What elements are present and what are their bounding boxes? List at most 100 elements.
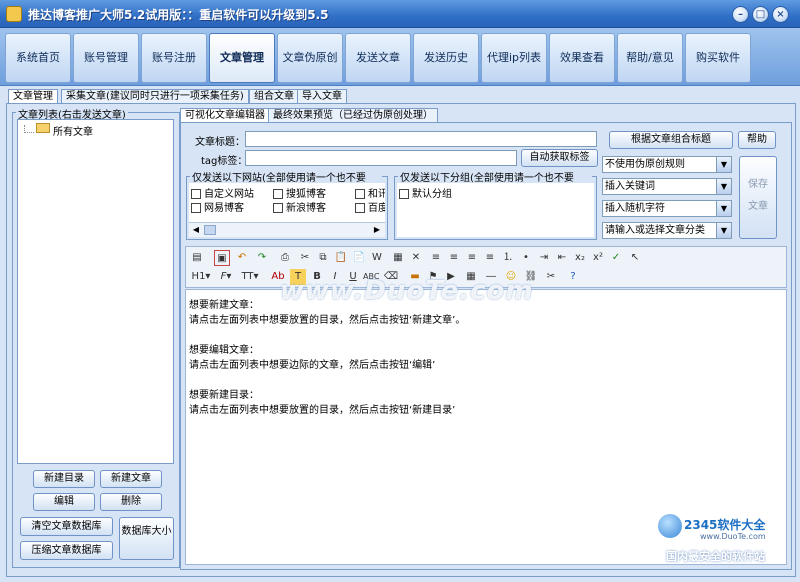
clear-db-button[interactable]: 清空文章数据库	[20, 517, 113, 536]
tree-line	[24, 125, 34, 133]
editor-line: 想要新建文章：	[189, 300, 259, 311]
delete-button[interactable]: 删除	[100, 493, 162, 511]
combine-title-button[interactable]: 根据文章组合标题	[609, 131, 733, 149]
undo-icon[interactable]: ↶	[234, 250, 250, 266]
nav-tab-history[interactable]: 发送历史	[413, 33, 479, 83]
paste-icon[interactable]: 📋	[333, 250, 349, 266]
checkbox-icon	[191, 189, 201, 199]
subscript-icon[interactable]: x₂	[572, 250, 588, 266]
site-checkbox[interactable]: 新浪博客	[273, 199, 326, 214]
nav-tab-register[interactable]: 账号注册	[141, 33, 207, 83]
groups-list: 默认分组	[397, 183, 594, 237]
close-button[interactable]: ×	[772, 6, 789, 23]
minimize-button[interactable]: –	[732, 6, 749, 23]
cursor-icon[interactable]: ↖	[627, 250, 643, 266]
fullscreen-icon[interactable]: ▣	[214, 250, 230, 266]
new-dir-button[interactable]: 新建目录	[33, 470, 95, 488]
nav-tab-buy[interactable]: 购买软件	[685, 33, 751, 83]
site-checkbox[interactable]: 搜狐博客	[273, 185, 326, 200]
group-checkbox[interactable]: 默认分组	[399, 185, 452, 200]
unlink-icon[interactable]: ✂	[543, 269, 559, 285]
checkbox-icon	[355, 203, 365, 213]
outdent-icon[interactable]: ⇤	[554, 250, 570, 266]
category-select[interactable]: 请输入或选择文章分类 ▼	[602, 222, 732, 239]
font-family-icon[interactable]: F▾	[215, 269, 237, 285]
scroll-thumb[interactable]	[204, 225, 216, 235]
category-value: 请输入或选择文章分类	[605, 225, 705, 236]
subtab-collect[interactable]: 采集文章(建议同时只进行一项采集任务)	[61, 89, 249, 104]
spellcheck-icon[interactable]: ✓	[608, 250, 624, 266]
insert-random-select[interactable]: 插入随机字符 ▼	[602, 200, 732, 217]
paste-word-icon[interactable]: W	[369, 250, 385, 266]
pseudo-rule-value: 不使用伪原创规则	[605, 159, 685, 170]
scroll-left-icon[interactable]: ◀	[190, 224, 202, 236]
tag-input[interactable]	[245, 150, 517, 166]
ordered-list-icon[interactable]: ⒈	[500, 250, 516, 266]
sites-scrollbar[interactable]: ◀ ▶	[189, 222, 385, 237]
db-size-button[interactable]: 数据库大小	[119, 517, 174, 560]
brand-url-watermark: www.DuoTe.com	[700, 532, 766, 541]
superscript-icon[interactable]: x²	[590, 250, 606, 266]
site-checkbox[interactable]: 百度	[355, 199, 385, 214]
auto-tag-button[interactable]: 自动获取标签	[521, 149, 598, 167]
nav-tab-send[interactable]: 发送文章	[345, 33, 411, 83]
cut-icon[interactable]: ✂	[297, 250, 313, 266]
copy-icon[interactable]: ⧉	[315, 250, 331, 266]
compress-db-button[interactable]: 压缩文章数据库	[20, 541, 113, 560]
clear-icon[interactable]: ✕	[408, 250, 424, 266]
insert-keyword-value: 插入关键词	[605, 181, 655, 192]
window-title: 推达博客推广大师5.2试用版：：重启软件可以升级到5.5	[28, 8, 329, 22]
subtab-article-manage[interactable]: 文章管理	[8, 89, 58, 104]
edit-button[interactable]: 编辑	[33, 493, 95, 511]
groups-group-label: 仅发送以下分组(全部使用请一个也不要	[398, 169, 592, 184]
checkbox-icon	[355, 189, 365, 199]
editor-line: 请点击左面列表中想要边际的文章，然后点击按钮‘编辑’	[189, 360, 436, 371]
nav-tab-accounts[interactable]: 账号管理	[73, 33, 139, 83]
new-article-button[interactable]: 新建文章	[100, 470, 162, 488]
print-icon[interactable]: ⎙	[277, 250, 293, 266]
tree-root-all-articles[interactable]: 所有文章	[53, 123, 93, 138]
nav-tab-proxy[interactable]: 代理ip列表	[481, 33, 547, 83]
indent-icon[interactable]: ⇥	[536, 250, 552, 266]
paste-text-icon[interactable]: 📄	[351, 250, 367, 266]
insert-keyword-select[interactable]: 插入关键词 ▼	[602, 178, 732, 195]
help-button[interactable]: 帮助	[738, 131, 776, 149]
maximize-button[interactable]: □	[752, 6, 769, 23]
brand-watermark: 2345软件大全	[684, 518, 766, 532]
editor-line: 请点击左面列表中想要放置的目录，然后点击按钮‘新建文章’。	[189, 315, 466, 326]
site-checkbox[interactable]: 和讯	[355, 185, 385, 200]
select-all-icon[interactable]: ▦	[390, 250, 406, 266]
nav-tab-pseudo-original[interactable]: 文章伪原创	[277, 33, 343, 83]
unordered-list-icon[interactable]: •	[518, 250, 534, 266]
align-right-icon[interactable]: ≡	[464, 250, 480, 266]
about-icon[interactable]: ?	[565, 269, 581, 285]
save-article-button[interactable]: 保存文章	[739, 156, 777, 239]
subtab-combine[interactable]: 组合文章	[249, 89, 299, 104]
checkbox-icon	[273, 189, 283, 199]
site-checkbox[interactable]: 自定义网站	[191, 185, 254, 200]
app-icon	[6, 6, 22, 22]
pseudo-rule-select[interactable]: 不使用伪原创规则 ▼	[602, 156, 732, 173]
nav-tab-articles[interactable]: 文章管理	[209, 33, 275, 83]
justify-icon[interactable]: ≡	[482, 250, 498, 266]
nav-tab-results[interactable]: 效果查看	[549, 33, 615, 83]
chevron-down-icon: ▼	[716, 223, 731, 238]
source-icon[interactable]: ▤	[189, 250, 205, 266]
redo-icon[interactable]: ↷	[254, 250, 270, 266]
title-input[interactable]	[245, 131, 597, 147]
align-left-icon[interactable]: ≡	[428, 250, 444, 266]
heading-icon[interactable]: H1▾	[189, 269, 213, 285]
tab-visual-editor[interactable]: 可视化文章编辑器	[180, 108, 270, 123]
align-center-icon[interactable]: ≡	[446, 250, 462, 266]
nav-tab-help[interactable]: 帮助/意见	[617, 33, 683, 83]
subtab-import[interactable]: 导入文章	[297, 89, 347, 104]
checkbox-icon	[273, 203, 283, 213]
nav-tab-home[interactable]: 系统首页	[5, 33, 71, 83]
tab-final-preview[interactable]: 最终效果预览（已经过伪原创处理）	[268, 108, 438, 123]
brand-logo-icon	[658, 514, 682, 538]
duote-watermark: www.DuoTe.com	[280, 276, 534, 306]
chevron-down-icon: ▼	[716, 201, 731, 216]
font-size-icon[interactable]: TT▾	[239, 269, 261, 285]
site-checkbox[interactable]: 网易博客	[191, 199, 244, 214]
scroll-right-icon[interactable]: ▶	[371, 224, 383, 236]
